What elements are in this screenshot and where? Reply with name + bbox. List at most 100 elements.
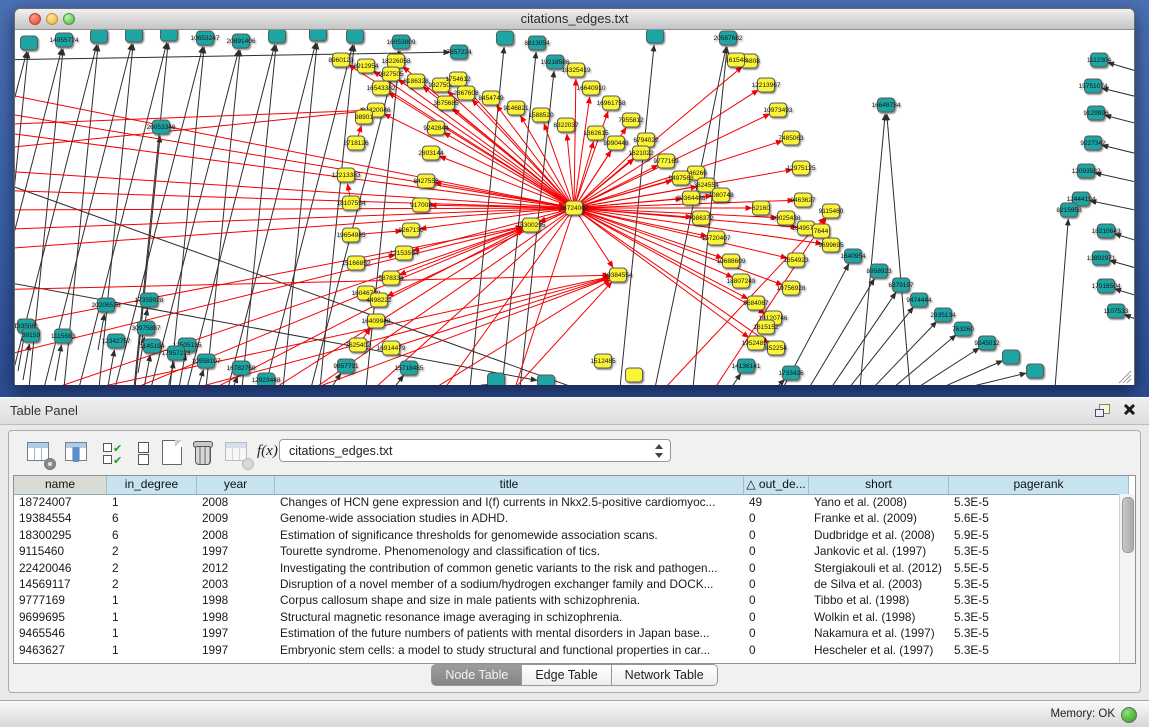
network-node[interactable]: 4498222 (366, 293, 392, 307)
network-node[interactable]: 15166852 (342, 256, 371, 270)
table-cell[interactable]: 18300295 (14, 527, 107, 543)
network-node[interactable]: 8958923 (866, 264, 892, 278)
table-cell[interactable]: 0 (744, 592, 809, 608)
network-node[interactable]: 16409948 (362, 314, 391, 328)
network-node[interactable]: 12093582 (1072, 164, 1101, 178)
network-node[interactable]: 1621022 (628, 146, 654, 160)
network-node[interactable]: 39159 (22, 328, 40, 342)
table-cell[interactable]: Changes of HCN gene expression and I(f) … (275, 494, 744, 510)
table-cell[interactable]: 22420046 (14, 560, 107, 576)
table-cell[interactable]: 6 (107, 527, 197, 543)
select-all-rows-icon[interactable]: ✔✔ (103, 443, 131, 471)
network-node[interactable]: 16648784 (872, 98, 901, 112)
network-node[interactable] (497, 31, 514, 45)
network-node[interactable]: 20364486 (677, 191, 706, 205)
edge[interactable] (15, 110, 565, 207)
network-node[interactable]: 9115460 (819, 204, 844, 218)
edge[interactable] (831, 292, 896, 385)
edge[interactable] (15, 209, 565, 250)
network-node[interactable]: 16961758 (597, 96, 626, 110)
network-node[interactable] (126, 30, 143, 42)
edge[interactable] (574, 208, 748, 299)
new-table-icon[interactable] (159, 439, 187, 467)
table-cell[interactable]: 49 (744, 494, 809, 510)
table-cell[interactable]: Stergiakouli et al. (2012) (809, 560, 949, 576)
table-row[interactable]: 911546021997Tourette syndrome. Phenomeno… (14, 543, 1120, 559)
table-row[interactable]: 1872400712008Changes of HCN gene express… (14, 494, 1120, 510)
table-cell[interactable]: Structural magnetic resonance image aver… (275, 609, 744, 625)
edge[interactable] (1055, 219, 1068, 385)
network-node[interactable]: 2803144 (418, 146, 444, 160)
close-panel-icon[interactable] (1122, 403, 1135, 416)
edge[interactable] (1115, 289, 1134, 300)
network-node[interactable]: 12342757 (102, 334, 131, 348)
table-row[interactable]: 969969511998Structural magnetic resonanc… (14, 609, 1120, 625)
table-cell[interactable]: 0 (744, 625, 809, 641)
table-cell[interactable]: 5.3E-5 (949, 625, 1129, 641)
table-cell[interactable]: 1 (107, 592, 197, 608)
table-cell[interactable]: 1997 (197, 642, 275, 658)
table-cell[interactable]: 5.9E-5 (949, 527, 1129, 543)
table-cell[interactable]: 1 (107, 494, 197, 510)
network-node[interactable]: 19756928 (777, 281, 806, 295)
network-node[interactable]: 18210643 (1092, 224, 1121, 238)
network-node[interactable]: 15718485 (395, 361, 424, 375)
network-node[interactable]: 26053346 (147, 120, 176, 134)
network-node[interactable]: 1733426 (778, 366, 804, 380)
network-node[interactable]: 16914479 (377, 341, 406, 355)
network-node[interactable]: 7485063 (778, 131, 804, 145)
table-cell[interactable]: 5.6E-5 (949, 510, 1129, 526)
edge[interactable] (849, 307, 913, 385)
network-node[interactable] (269, 30, 286, 43)
table-cell[interactable]: 1998 (197, 609, 275, 625)
network-node[interactable]: 1115683 (51, 329, 76, 343)
network-node[interactable]: 12153594 (390, 246, 419, 260)
network-node[interactable]: 1640954 (840, 249, 866, 263)
network-node[interactable]: 9857791 (333, 359, 359, 373)
table-cell[interactable]: Yano et al. (2008) (809, 494, 949, 510)
table-row[interactable]: 2242004622012Investigating the contribut… (14, 560, 1120, 576)
network-node[interactable]: 1080748 (708, 188, 734, 202)
network-node[interactable]: 18226058 (382, 54, 411, 68)
float-panel-icon[interactable] (1095, 404, 1109, 417)
network-node[interactable]: 1362615 (583, 126, 609, 140)
network-node[interactable]: 7644 (813, 224, 830, 238)
edge[interactable] (1095, 173, 1134, 185)
table-cell[interactable]: 2 (107, 543, 197, 559)
network-node[interactable]: 161548 (725, 53, 747, 67)
network-node[interactable]: 98901 (355, 110, 373, 124)
table-cell[interactable]: 1997 (197, 625, 275, 641)
table-cell[interactable]: 1 (107, 625, 197, 641)
table-cell[interactable]: 1997 (197, 543, 275, 559)
column-header-short[interactable]: short (809, 476, 949, 494)
network-node[interactable]: 1754612 (445, 72, 471, 86)
table-row[interactable]: 1938455462009Genome-wide association stu… (14, 510, 1120, 526)
edge[interactable] (170, 47, 204, 385)
node-table[interactable]: namein_degreeyeartitle△ out_de...shortpa… (13, 475, 1136, 664)
network-node[interactable]: 6379197 (888, 278, 914, 292)
column-header-in_degree[interactable]: in_degree (107, 476, 197, 494)
table-cell[interactable]: Estimation of significance thresholds fo… (275, 527, 744, 543)
edge[interactable] (15, 170, 565, 207)
edge[interactable] (198, 370, 203, 385)
edge[interactable] (265, 45, 353, 385)
table-cell[interactable]: 2003 (197, 576, 275, 592)
network-node[interactable]: 9684067 (743, 296, 769, 310)
table-cell[interactable]: 0 (744, 510, 809, 526)
edge[interactable] (187, 45, 275, 385)
network-node[interactable]: 62160 (752, 201, 770, 215)
network-node[interactable]: 7955812 (618, 113, 644, 127)
network-node[interactable]: 9699695 (818, 238, 844, 252)
network-node[interactable]: 18107554 (337, 196, 366, 210)
tab-edge-table[interactable]: Edge Table (522, 664, 611, 686)
network-node[interactable]: 763260 (952, 322, 974, 336)
edge[interactable] (228, 43, 316, 385)
network-node[interactable]: 9463627 (790, 193, 816, 207)
network-node[interactable]: 20891406 (227, 34, 256, 48)
table-cell[interactable]: 0 (744, 642, 809, 658)
network-node[interactable]: 8990448 (603, 136, 629, 150)
network-window-titlebar[interactable]: citations_edges.txt (15, 9, 1134, 30)
network-node[interactable]: 10025438 (772, 211, 801, 225)
edge[interactable] (55, 345, 61, 381)
column-header-out_de[interactable]: △ out_de... (744, 476, 809, 494)
